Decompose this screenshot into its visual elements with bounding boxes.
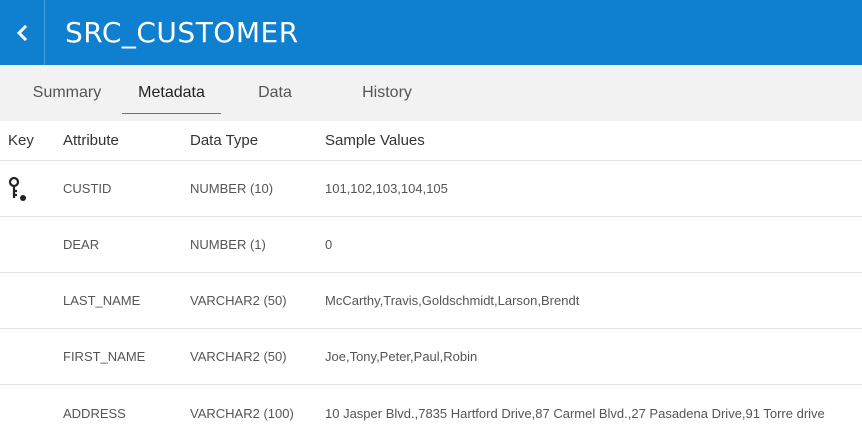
table-row: LAST_NAME VARCHAR2 (50) McCarthy,Travis,…: [0, 273, 862, 329]
data-type-cell: VARCHAR2 (50): [190, 349, 287, 364]
chevron-left-icon: [16, 24, 28, 41]
sample-values-cell: 0: [325, 237, 333, 252]
attribute-cell: FIRST_NAME: [63, 349, 146, 364]
data-type-cell: VARCHAR2 (100): [190, 405, 294, 421]
data-type-cell: NUMBER (10): [190, 181, 274, 196]
app-header: SRC_CUSTOMER: [0, 0, 862, 65]
column-header-attribute: Attribute: [63, 132, 119, 149]
tab-summary[interactable]: Summary: [22, 65, 112, 121]
table-row: CUSTID NUMBER (10) 101,102,103,104,105: [0, 161, 862, 217]
table-row: DEAR NUMBER (1) 0: [0, 217, 862, 273]
tab-metadata[interactable]: Metadata: [122, 65, 221, 121]
sample-values-cell: 101,102,103,104,105: [325, 181, 448, 196]
tab-history[interactable]: History: [347, 65, 427, 121]
column-header-sample-values: Sample Values: [325, 132, 425, 149]
tab-bar: Summary Metadata Data History: [0, 65, 862, 121]
back-button[interactable]: [0, 0, 45, 65]
table-header-row: Key Attribute Data Type Sample Values: [0, 121, 862, 161]
page-title: SRC_CUSTOMER: [65, 16, 299, 49]
column-header-data-type: Data Type: [190, 132, 259, 149]
tab-data[interactable]: Data: [240, 65, 310, 121]
metadata-table: Key Attribute Data Type Sample Values CU…: [0, 121, 862, 440]
attribute-cell: ADDRESS: [63, 405, 126, 421]
sample-values-cell: McCarthy,Travis,Goldschmidt,Larson,Brend…: [325, 293, 580, 308]
attribute-cell: LAST_NAME: [63, 293, 141, 308]
table-row: FIRST_NAME VARCHAR2 (50) Joe,Tony,Peter,…: [0, 329, 862, 385]
attribute-cell: DEAR: [63, 237, 100, 252]
data-type-cell: NUMBER (1): [190, 237, 266, 252]
table-row: ADDRESS VARCHAR2 (100) 10 Jasper Blvd.,7…: [0, 385, 862, 440]
sample-values-cell: 10 Jasper Blvd.,7835 Hartford Drive,87 C…: [325, 405, 825, 421]
sample-values-cell: Joe,Tony,Peter,Paul,Robin: [325, 349, 478, 364]
column-header-key: Key: [8, 132, 34, 149]
key-icon: [8, 161, 30, 216]
data-type-cell: VARCHAR2 (50): [190, 293, 287, 308]
attribute-cell: CUSTID: [63, 181, 112, 196]
